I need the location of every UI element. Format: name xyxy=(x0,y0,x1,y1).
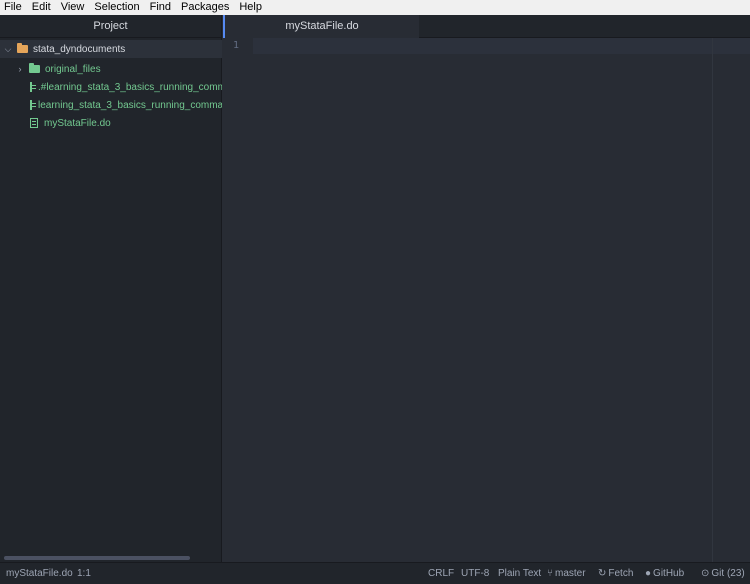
chevron-down-icon[interactable]: ⌵ xyxy=(3,44,13,55)
git-branch-icon: ⑂ xyxy=(547,568,553,579)
status-git[interactable]: ⊙ Git (23) xyxy=(701,568,745,579)
branch-label: master xyxy=(555,568,586,579)
status-cursor-position[interactable]: 1:1 xyxy=(77,568,91,579)
tree-item-label: myStataFile.do xyxy=(44,117,111,129)
chevron-right-icon[interactable]: › xyxy=(15,64,25,74)
tree-item-original-files[interactable]: › original_files xyxy=(0,60,222,78)
wrap-guide xyxy=(712,38,713,562)
menu-selection[interactable]: Selection xyxy=(94,0,139,15)
menu-bar: File Edit View Selection Find Packages H… xyxy=(0,0,750,15)
tree-item-label: learning_stata_3_basics_running_commands… xyxy=(38,99,222,111)
status-bar: myStataFile.do 1:1 CRLF UTF-8 Plain Text… xyxy=(0,562,750,584)
tree-item-label: .#learning_stata_3_basics_running_comman… xyxy=(38,81,222,93)
cursor-line-highlight xyxy=(253,38,750,54)
status-line-ending[interactable]: CRLF xyxy=(428,568,454,579)
tree-root-folder[interactable]: ⌵ stata_dyndocuments xyxy=(0,40,222,58)
status-file-name[interactable]: myStataFile.do xyxy=(6,568,73,579)
tab-mystatafile[interactable]: myStataFile.do xyxy=(223,15,419,38)
line-number: 1 xyxy=(232,40,239,51)
git-commit-icon: ⊙ xyxy=(701,568,710,579)
tree-root-label: stata_dyndocuments xyxy=(33,43,126,55)
git-label: Git (23) xyxy=(711,568,745,579)
menu-find[interactable]: Find xyxy=(150,0,171,15)
text-editor[interactable]: 1 xyxy=(223,38,750,562)
fetch-label: Fetch xyxy=(608,568,634,579)
editor-tab-bar: myStataFile.do xyxy=(223,15,750,38)
file-icon xyxy=(30,82,36,92)
horizontal-scrollbar[interactable] xyxy=(4,556,190,560)
menu-packages[interactable]: Packages xyxy=(181,0,229,15)
status-grammar[interactable]: Plain Text xyxy=(498,568,541,579)
status-encoding[interactable]: UTF-8 xyxy=(461,568,489,579)
status-github[interactable]: ● GitHub xyxy=(645,568,684,579)
status-fetch[interactable]: ↻ Fetch xyxy=(598,568,633,579)
file-icon xyxy=(30,100,36,110)
line-number-gutter: 1 xyxy=(223,38,253,562)
folder-icon xyxy=(17,43,28,53)
github-label: GitHub xyxy=(653,568,685,579)
sync-icon: ↻ xyxy=(598,568,607,579)
tree-item-label: original_files xyxy=(45,63,101,75)
project-panel: Project ⌵ stata_dyndocuments › original_… xyxy=(0,15,222,562)
status-branch[interactable]: ⑂ master xyxy=(547,568,586,579)
tree-item-file[interactable]: learning_stata_3_basics_running_commands… xyxy=(0,96,222,114)
github-icon: ● xyxy=(645,568,652,579)
menu-file[interactable]: File xyxy=(4,0,22,15)
menu-help[interactable]: Help xyxy=(239,0,262,15)
tree-item-file[interactable]: .#learning_stata_3_basics_running_comman… xyxy=(0,78,222,96)
folder-icon xyxy=(29,63,40,73)
file-icon xyxy=(30,118,38,128)
menu-edit[interactable]: Edit xyxy=(32,0,51,15)
tab-project[interactable]: Project xyxy=(0,15,221,38)
tree-item-file[interactable]: myStataFile.do xyxy=(0,114,222,132)
menu-view[interactable]: View xyxy=(61,0,85,15)
